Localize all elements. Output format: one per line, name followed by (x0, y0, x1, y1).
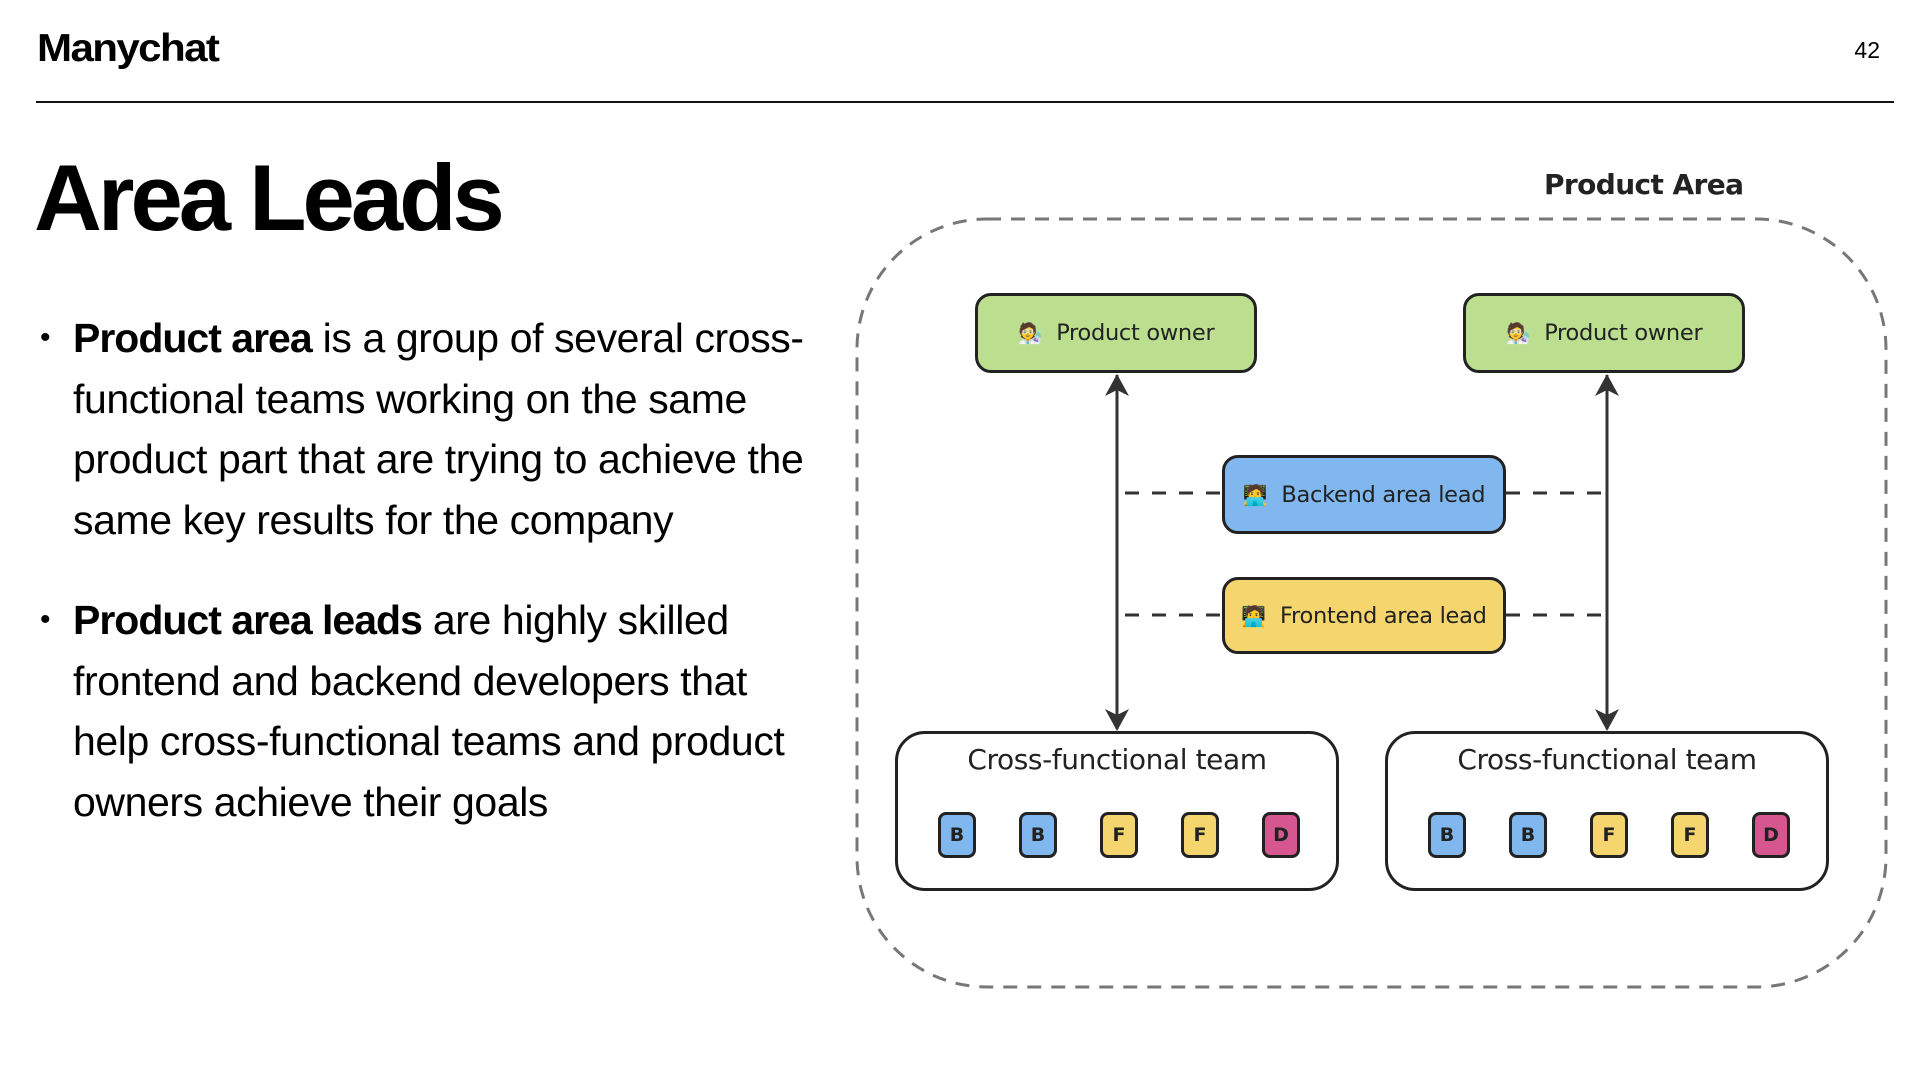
cross-functional-team-2[interactable]: Cross-functional team B B F F D (1385, 731, 1829, 891)
team-member-chip: D (1262, 812, 1300, 858)
team-member-chip: F (1181, 812, 1219, 858)
team-member-chip: F (1590, 812, 1628, 858)
team-member-chip: F (1100, 812, 1138, 858)
team-member-chip: B (1428, 812, 1466, 858)
team-member-chip: B (938, 812, 976, 858)
cross-functional-team-1[interactable]: Cross-functional team B B F F D (895, 731, 1339, 891)
scientist-icon: 🧑‍🔬 (1017, 321, 1043, 345)
product-area-label: Product Area (1544, 168, 1744, 201)
node-label: Product owner (1056, 320, 1215, 346)
team-title: Cross-functional team (1457, 743, 1757, 776)
team-member-chip: B (1509, 812, 1547, 858)
node-label: Frontend area lead (1280, 602, 1487, 629)
team-title: Cross-functional team (967, 743, 1267, 776)
team-member-chip: B (1019, 812, 1057, 858)
technologist-icon: 🧑‍💻 (1242, 482, 1268, 507)
product-owner-node-2[interactable]: 🧑‍🔬 Product owner (1463, 293, 1745, 373)
technologist-icon: 🧑‍💻 (1241, 603, 1267, 628)
product-area-diagram: Product Area 🧑‍🔬 Product owner 🧑‍🔬 Produ… (0, 0, 1920, 1080)
team-member-chip: F (1671, 812, 1709, 858)
frontend-area-lead-node[interactable]: 🧑‍💻 Frontend area lead (1222, 577, 1506, 654)
scientist-icon: 🧑‍🔬 (1505, 321, 1531, 345)
diagram-connectors (855, 217, 1888, 989)
backend-area-lead-node[interactable]: 🧑‍💻 Backend area lead (1222, 455, 1506, 534)
node-label: Product owner (1544, 320, 1703, 346)
team-member-chip: D (1752, 812, 1790, 858)
node-label: Backend area lead (1281, 481, 1486, 508)
product-owner-node-1[interactable]: 🧑‍🔬 Product owner (975, 293, 1257, 373)
